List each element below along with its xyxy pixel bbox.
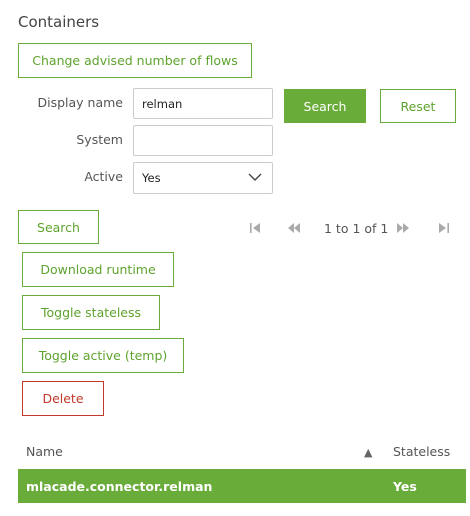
previous-page-icon[interactable]	[287, 220, 301, 236]
last-page-icon[interactable]	[437, 220, 451, 236]
next-page-icon[interactable]	[396, 220, 410, 236]
search-button[interactable]: Search	[18, 210, 99, 244]
display-name-value: relman	[142, 96, 183, 111]
display-name-label: Display name	[37, 95, 124, 110]
delete-button[interactable]: Delete	[22, 381, 104, 416]
active-select-value: Yes	[142, 171, 161, 185]
filter-search-button[interactable]: Search	[284, 89, 366, 123]
row-stateless-cell: Yes	[393, 479, 417, 494]
column-header-name[interactable]: Name	[26, 444, 63, 459]
page-title: Containers	[18, 13, 100, 31]
column-header-stateless[interactable]: Stateless	[393, 444, 450, 459]
row-name-cell: mlacade.connector.relman	[26, 479, 213, 494]
table-row[interactable]: mlacade.connector.relman Yes	[18, 469, 466, 503]
display-name-input[interactable]: relman	[133, 88, 273, 119]
system-input[interactable]	[133, 125, 273, 156]
download-runtime-button[interactable]: Download runtime	[22, 252, 174, 287]
first-page-icon[interactable]	[248, 220, 262, 236]
chevron-down-icon	[248, 173, 262, 181]
reset-button[interactable]: Reset	[380, 89, 456, 123]
sort-ascending-icon[interactable]: ▲	[364, 446, 372, 459]
pager-status: 1 to 1 of 1	[324, 221, 389, 236]
toggle-active-button[interactable]: Toggle active (temp)	[22, 338, 184, 373]
active-label: Active	[84, 169, 123, 184]
system-label: System	[76, 132, 123, 147]
active-select[interactable]: Yes	[133, 162, 273, 194]
change-advised-flows-button[interactable]: Change advised number of flows	[18, 43, 252, 78]
toggle-stateless-button[interactable]: Toggle stateless	[22, 295, 160, 330]
